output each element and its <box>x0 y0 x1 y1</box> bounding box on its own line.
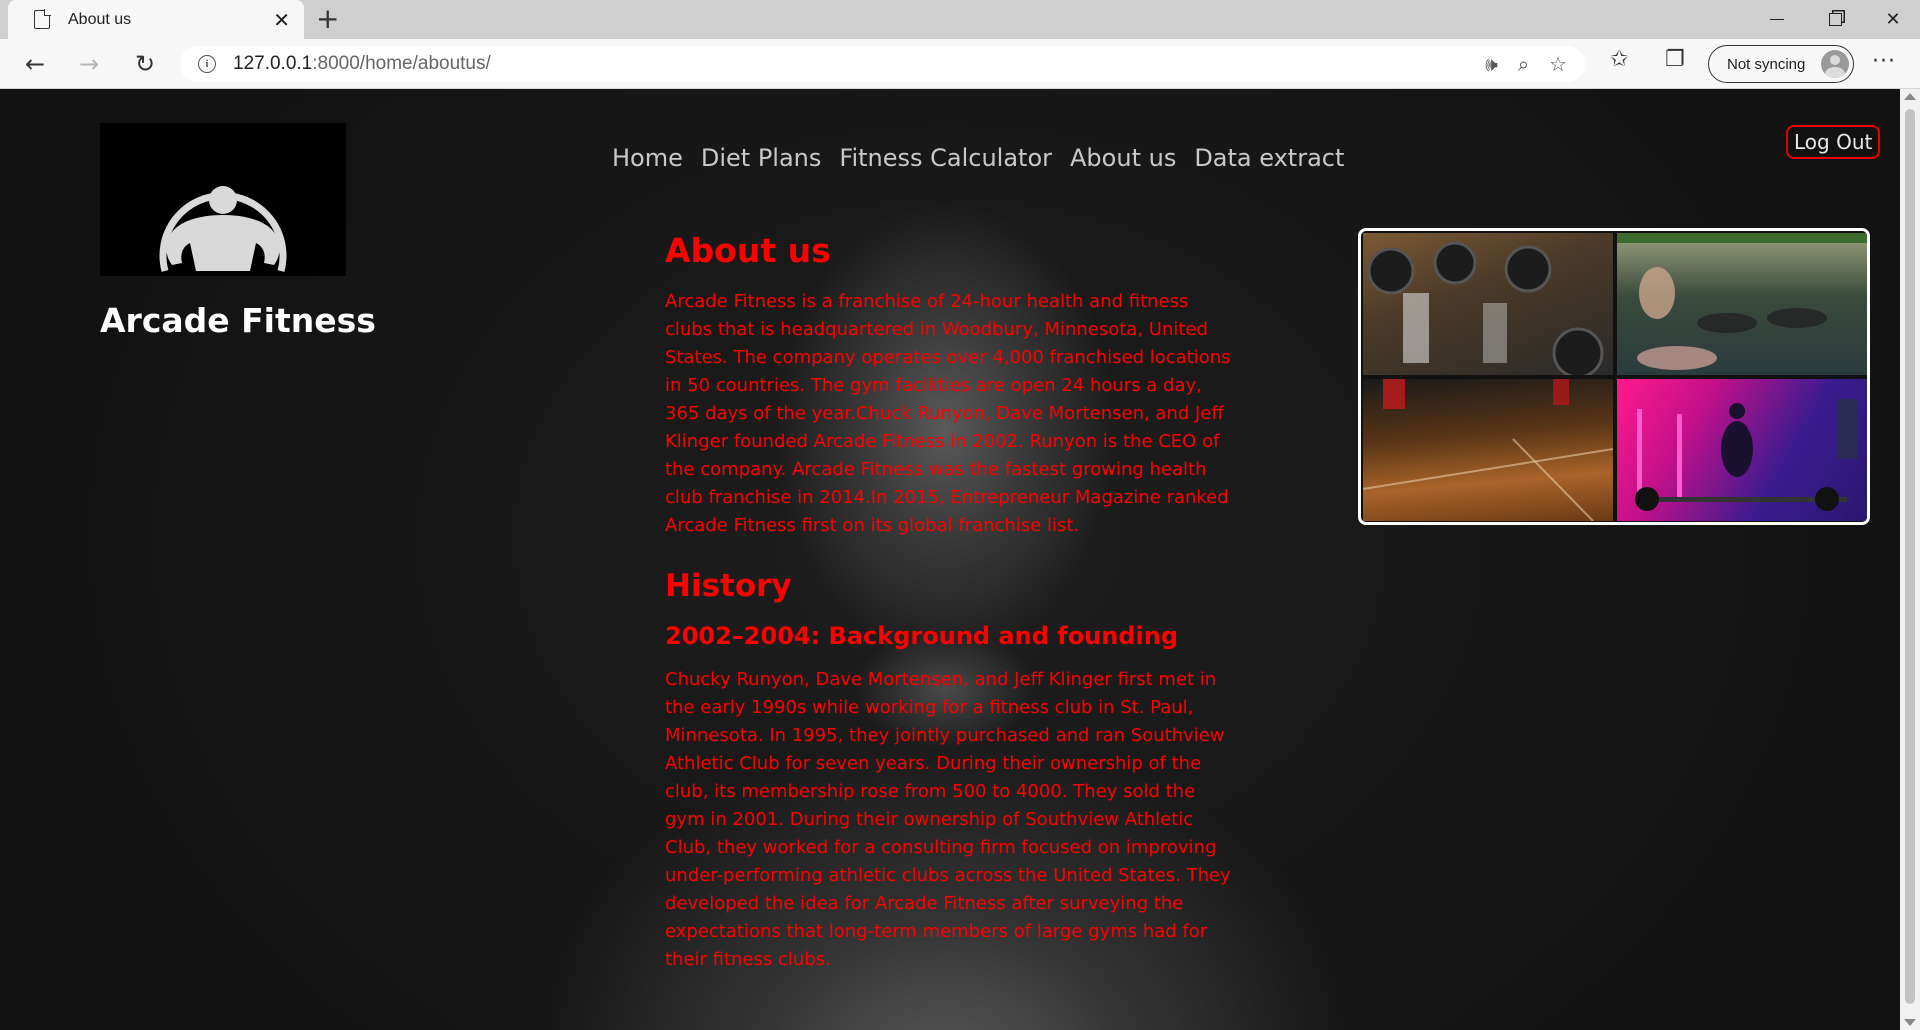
back-arrow-icon[interactable]: ← <box>18 47 52 81</box>
group-class-graphic <box>1617 233 1867 370</box>
photo-gallery <box>1358 228 1870 525</box>
history-subheading: 2002–2004: Background and founding <box>665 622 1179 650</box>
history-paragraph: Chucky Runyon, Dave Mortensen, and Jeff … <box>665 669 1231 970</box>
vertical-scrollbar[interactable] <box>1900 89 1920 1030</box>
nav-data-extract[interactable]: Data extract <box>1194 144 1344 172</box>
gallery-photo-weightlifting <box>1363 233 1613 375</box>
sync-label: Not syncing <box>1727 55 1806 73</box>
browser-tab-strip: About us ✕ + ✕ <box>0 0 1920 39</box>
wood-floor-graphic <box>1363 379 1613 521</box>
favorites-icon[interactable]: ✩ <box>1610 49 1628 71</box>
gallery-photo-wood-floor <box>1363 379 1613 521</box>
profile-sync-button[interactable]: Not syncing <box>1708 45 1854 83</box>
tab-title: About us <box>68 10 132 28</box>
browser-toolbar: ← → ↻ i 127.0.0.1:8000/home/aboutus/ 🕪 ⌕… <box>0 39 1920 89</box>
close-tab-icon[interactable]: ✕ <box>273 10 290 30</box>
brand-name: Arcade Fitness <box>100 301 376 340</box>
window-close-icon[interactable]: ✕ <box>1864 0 1920 39</box>
maximize-icon[interactable] <box>1806 0 1864 39</box>
forward-arrow-icon[interactable]: → <box>72 47 106 81</box>
zoom-icon[interactable]: ⌕ <box>1518 52 1529 76</box>
main-content: About us Arcade Fitness is a franchise o… <box>665 231 1235 974</box>
address-bar[interactable]: i 127.0.0.1:8000/home/aboutus/ 🕪 ⌕ ☆ <box>180 46 1585 82</box>
gallery-photo-group-class <box>1617 233 1867 375</box>
page-icon <box>34 9 51 29</box>
nav-about-us[interactable]: About us <box>1070 144 1176 172</box>
gallery-photo-neon-gym <box>1617 379 1867 521</box>
history-heading: History <box>665 568 792 604</box>
browser-tab[interactable]: About us ✕ <box>8 0 304 39</box>
read-aloud-icon[interactable]: 🕪 <box>1485 52 1498 76</box>
more-menu-icon[interactable]: ··· <box>1872 49 1896 74</box>
scroll-up-arrow-icon[interactable] <box>1904 93 1916 100</box>
nav-home[interactable]: Home <box>612 144 683 172</box>
url-host: 127.0.0.1 <box>233 53 313 74</box>
bodybuilder-logo-icon <box>159 186 287 272</box>
site-info-icon[interactable]: i <box>198 55 216 73</box>
url-path: :8000/home/aboutus/ <box>312 53 491 74</box>
neon-gym-graphic <box>1635 399 1857 511</box>
reload-icon[interactable]: ↻ <box>128 47 162 81</box>
url-text[interactable]: 127.0.0.1:8000/home/aboutus/ <box>233 53 491 75</box>
collections-icon[interactable]: ❐ <box>1665 49 1685 71</box>
favorite-star-icon[interactable]: ☆ <box>1549 52 1567 76</box>
logout-button[interactable]: Log Out <box>1786 125 1881 159</box>
avatar <box>1821 50 1849 78</box>
web-page: Arcade Fitness Home Diet Plans Fitness C… <box>0 89 1900 1030</box>
about-heading: About us <box>665 231 831 270</box>
about-paragraph: Arcade Fitness is a franchise of 24-hour… <box>665 291 1231 536</box>
weight-plates-graphic <box>1367 241 1604 375</box>
site-logo[interactable] <box>100 123 346 276</box>
scroll-down-arrow-icon[interactable] <box>1904 1019 1916 1026</box>
main-navigation: Home Diet Plans Fitness Calculator About… <box>612 144 1344 172</box>
scrollbar-thumb[interactable] <box>1905 109 1915 1004</box>
new-tab-icon[interactable]: + <box>316 5 339 33</box>
minimize-icon[interactable] <box>1748 0 1806 39</box>
nav-diet-plans[interactable]: Diet Plans <box>701 144 822 172</box>
nav-fitness-calculator[interactable]: Fitness Calculator <box>839 144 1052 172</box>
